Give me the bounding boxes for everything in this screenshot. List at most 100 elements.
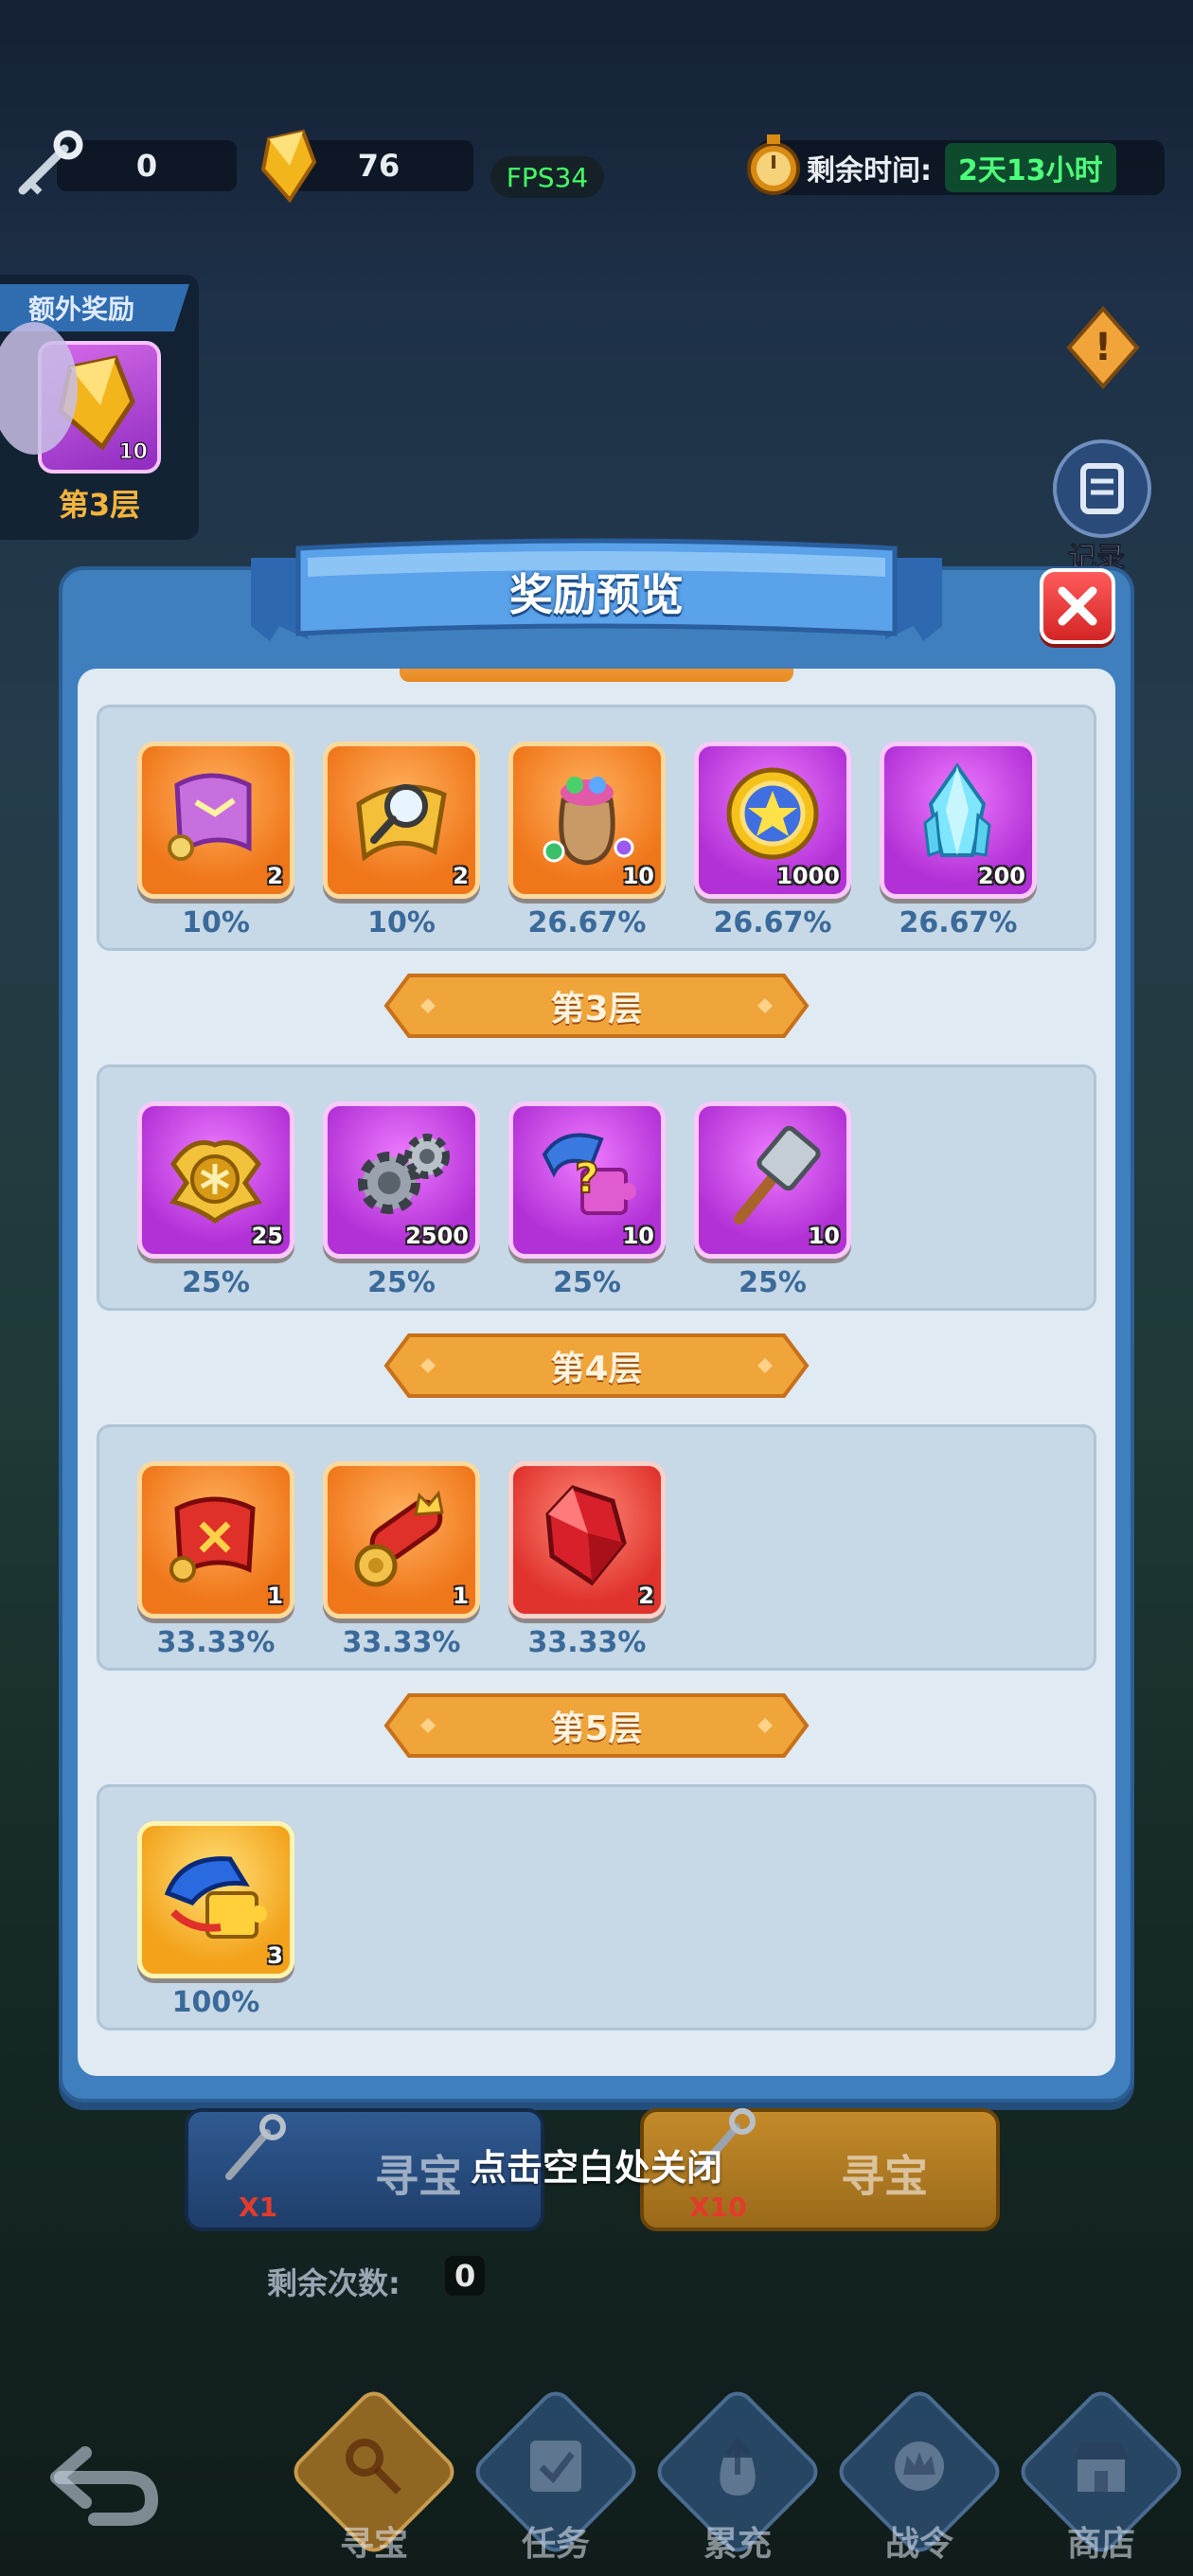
money-bag-icon <box>720 2438 756 2496</box>
reward-qty: 2 <box>453 863 469 889</box>
crown-badge-icon <box>895 2442 944 2491</box>
tab-label: 战令 <box>884 2525 953 2564</box>
tab-label: 累充 <box>703 2525 772 2564</box>
gold-badge-icon <box>169 1140 263 1225</box>
tier-header-5: 第5层 <box>550 1709 643 1748</box>
close-button[interactable] <box>1040 568 1115 644</box>
reward-slot[interactable]: 2 <box>508 1461 666 1619</box>
extra-reward-qty: 10 <box>118 440 149 465</box>
tab-label: 商店 <box>1066 2525 1135 2564</box>
purple-scroll-icon <box>168 773 252 861</box>
remaining-time-value: 2天13小时 <box>945 143 1116 192</box>
reward-qty: 200 <box>977 863 1025 889</box>
reward-qty: 10 <box>808 1223 840 1249</box>
reward-qty: 3 <box>267 1942 283 1969</box>
reward-probability: 25% <box>367 1266 436 1299</box>
reward-qty: 2 <box>267 863 283 889</box>
tier-header-4: 第4层 <box>550 1350 643 1388</box>
tab-label: 寻宝 <box>339 2525 408 2564</box>
reward-slot[interactable]: 1000 <box>694 742 851 899</box>
tier-header-3: 第3层 <box>550 990 643 1029</box>
mystery-puzzle-icon: ? <box>542 1133 636 1215</box>
stopwatch-icon <box>740 129 807 201</box>
reward-qty: 10 <box>622 1223 654 1249</box>
reward-slot[interactable]: 2 <box>137 742 294 899</box>
reward-probability: 26.67% <box>899 906 1018 939</box>
reward-probability: 33.33% <box>156 1626 276 1659</box>
tab-shop[interactable]: 商店 <box>1014 2385 1188 2576</box>
reward-slot[interactable]: 200 <box>880 742 1037 899</box>
reward-slot[interactable]: 10 <box>508 742 666 899</box>
modal-title: 奖励预览 <box>509 569 684 620</box>
reward-qty: 1 <box>267 1583 283 1609</box>
reward-qty: 10 <box>622 863 654 889</box>
remaining-time-label: 剩余时间: <box>807 154 932 188</box>
close-hint: 点击空白处关闭 <box>470 2147 722 2189</box>
tab-tasks[interactable]: 任务 <box>469 2385 643 2576</box>
reward-slot[interactable]: 3 <box>137 1821 294 1978</box>
hammer-icon <box>734 1125 821 1225</box>
treasure-bag-icon <box>543 777 634 866</box>
reward-slot[interactable]: ? 10 <box>508 1101 666 1259</box>
svg-text:!: ! <box>1095 326 1112 369</box>
tier-box-4: 1 33.33% 1 33.33% 2 33.33% <box>97 1424 1096 1671</box>
rules-icon[interactable]: ! <box>1065 305 1141 390</box>
task-board-icon <box>530 2441 581 2492</box>
tier-box-3: 25 25% 2500 25% ? 10 25% 10 25% <box>97 1064 1096 1311</box>
tab-battle-pass[interactable]: 战令 <box>832 2385 1006 2576</box>
reward-qty: 1000 <box>776 863 840 889</box>
reward-preview-list[interactable]: 2 10% 2 10% 10 26.67% 1000 26.67% 200 26… <box>78 669 1115 2076</box>
reward-probability: 25% <box>739 1266 807 1299</box>
tier-box-1: 2 10% 2 10% 10 26.67% 1000 26.67% 200 26… <box>97 705 1096 951</box>
reward-probability: 26.67% <box>713 906 832 939</box>
gold-star-medal-icon <box>726 767 819 860</box>
key-icon <box>346 2439 401 2495</box>
hunt-x10-cost: X10 <box>689 2191 747 2223</box>
tier-header-partial <box>400 669 793 682</box>
reward-probability: 100% <box>171 1986 260 2019</box>
reward-qty: 2 <box>638 1583 654 1609</box>
tier-box-5: 3 100% <box>97 1784 1096 2030</box>
reward-slot[interactable]: 1 <box>323 1461 480 1619</box>
reward-probability: 26.67% <box>527 906 647 939</box>
tab-recharge[interactable]: 累充 <box>650 2385 825 2576</box>
reward-slot[interactable]: 10 <box>694 1101 851 1259</box>
svg-text:?: ? <box>575 1154 599 1203</box>
gears-icon <box>358 1134 450 1214</box>
gems-count: 76 <box>357 148 401 184</box>
reward-probability: 10% <box>367 906 436 939</box>
magnifier-map-icon <box>356 784 447 862</box>
remaining-value: 0 <box>445 2256 486 2296</box>
remaining-label: 剩余次数: <box>267 2265 401 2301</box>
reward-probability: 25% <box>553 1266 621 1299</box>
key-icon <box>9 128 85 204</box>
hunt-x1-cost: X1 <box>239 2191 278 2223</box>
reward-probability: 25% <box>182 1266 250 1299</box>
reward-qty: 2500 <box>405 1223 469 1249</box>
shop-icon <box>1074 2442 1129 2492</box>
hat-puzzle-icon <box>164 1856 267 1939</box>
remaining-time-bar: 剩余时间: 2天13小时 <box>757 140 1165 195</box>
reward-slot[interactable]: 2 <box>323 742 480 899</box>
reward-probability: 10% <box>182 906 250 939</box>
tab-treasure[interactable]: 寻宝 <box>287 2385 461 2576</box>
reward-qty: 25 <box>251 1223 283 1249</box>
record-icon[interactable] <box>1053 439 1151 538</box>
tab-label: 任务 <box>521 2525 590 2564</box>
reward-qty: 1 <box>453 1583 469 1609</box>
reward-slot[interactable]: 1 <box>137 1461 294 1619</box>
gold-crystal-icon <box>256 128 322 204</box>
blue-crystal-icon <box>923 762 991 858</box>
reward-slot[interactable]: 2500 <box>323 1101 480 1259</box>
red-scroll-icon <box>169 1496 256 1583</box>
fps-indicator: FPS34 <box>490 156 604 198</box>
reward-slot[interactable]: 25 <box>137 1101 294 1259</box>
keys-count: 0 <box>135 148 158 184</box>
red-gem-icon <box>545 1485 627 1586</box>
reward-probability: 33.33% <box>527 1626 647 1659</box>
reward-probability: 33.33% <box>342 1626 461 1659</box>
extra-reward-level: 第3层 <box>58 487 141 523</box>
rolled-scroll-icon <box>354 1490 444 1587</box>
close-icon <box>1058 586 1097 626</box>
back-icon[interactable] <box>47 2434 161 2529</box>
